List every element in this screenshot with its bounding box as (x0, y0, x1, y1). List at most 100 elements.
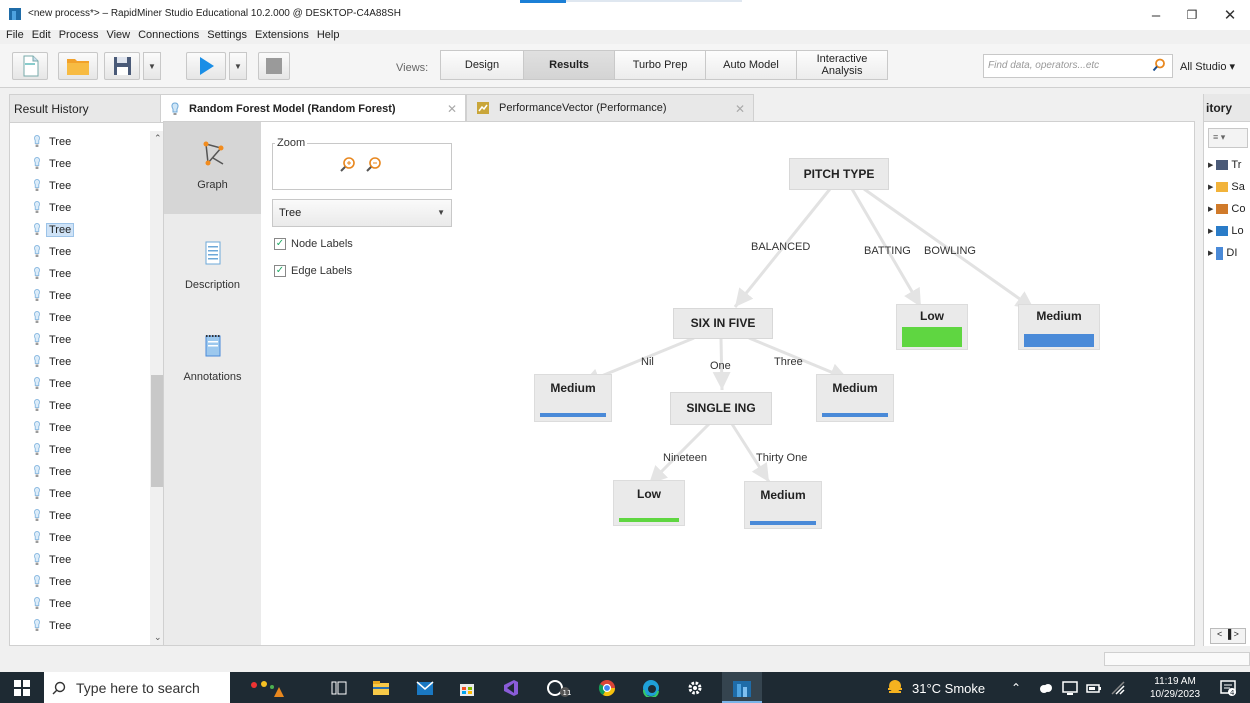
store-icon[interactable] (458, 679, 476, 697)
view-interactive-analysis-tab[interactable]: Interactive Analysis (796, 50, 888, 80)
menu-file[interactable]: File (2, 27, 28, 43)
taskbar-search-box[interactable]: Type here to search (44, 672, 230, 703)
expand-arrow-icon[interactable]: ▶ (1208, 205, 1213, 213)
open-process-button[interactable] (58, 52, 98, 80)
result-history-item[interactable]: Tree (10, 373, 150, 395)
result-history-item[interactable]: Tree (10, 505, 150, 527)
whatsapp-icon[interactable]: 11 (546, 679, 572, 697)
result-history-header[interactable]: Result History (10, 95, 168, 123)
result-history-item[interactable]: Tree (10, 219, 150, 241)
run-process-button[interactable] (186, 52, 226, 80)
result-history-item[interactable]: Tree (10, 241, 150, 263)
result-history-item[interactable]: Tree (10, 263, 150, 285)
wifi-icon[interactable] (1110, 679, 1126, 697)
close-button[interactable]: ✕ (1210, 3, 1250, 27)
taskbar-clock[interactable]: 11:19 AM 10/29/2023 (1150, 675, 1200, 701)
onedrive-cloud-icon[interactable] (1038, 679, 1054, 697)
search-input[interactable]: Find data, operators...etc (983, 54, 1173, 78)
tab-random-forest-model[interactable]: Random Forest Model (Random Forest) ✕ (160, 94, 466, 122)
weather-widget-icon[interactable] (248, 679, 290, 697)
maximize-button[interactable]: ❐ (1172, 3, 1212, 27)
notifications-icon[interactable]: 4 (1219, 679, 1237, 697)
weather-text[interactable]: 31°C Smoke (912, 681, 985, 696)
minimize-button[interactable]: – (1136, 3, 1176, 27)
result-history-item[interactable]: Tree (10, 439, 150, 461)
tree-node-six-in-five[interactable]: SIX IN FIVE (673, 308, 773, 339)
menu-process[interactable]: Process (55, 27, 103, 43)
mail-icon[interactable] (416, 679, 434, 697)
repo-item-community[interactable]: ▶ Co (1204, 198, 1250, 220)
view-turbo-prep-tab[interactable]: Turbo Prep (614, 50, 706, 80)
leaf-batting[interactable]: Low (896, 304, 968, 350)
menu-help[interactable]: Help (313, 27, 344, 43)
result-history-item[interactable]: Tree (10, 131, 150, 153)
result-history-item[interactable]: Tree (10, 417, 150, 439)
expand-arrow-icon[interactable]: ▶ (1208, 161, 1213, 169)
result-history-item[interactable]: Tree (10, 285, 150, 307)
search-icon[interactable] (1152, 58, 1166, 72)
tab-performance-vector[interactable]: PerformanceVector (Performance) ✕ (466, 94, 754, 122)
leaf-three[interactable]: Medium (816, 374, 894, 422)
result-history-item[interactable]: Tree (10, 571, 150, 593)
result-history-item[interactable]: Tree (10, 329, 150, 351)
save-process-button[interactable] (104, 52, 140, 80)
repo-item-local[interactable]: ▶ Lo (1204, 220, 1250, 242)
menu-extensions[interactable]: Extensions (251, 27, 313, 43)
result-history-item[interactable]: Tree (10, 175, 150, 197)
view-auto-model-tab[interactable]: Auto Model (705, 50, 797, 80)
visual-studio-icon[interactable] (502, 679, 520, 697)
new-process-button[interactable] (12, 52, 48, 80)
result-history-item[interactable]: Tree (10, 483, 150, 505)
task-view-icon[interactable] (330, 679, 348, 697)
result-history-item[interactable]: Tree (10, 395, 150, 417)
result-history-item[interactable]: Tree (10, 549, 150, 571)
leaf-thirty-one[interactable]: Medium (744, 481, 822, 529)
result-history-item[interactable]: Tree (10, 153, 150, 175)
result-history-item[interactable]: Tree (10, 527, 150, 549)
battery-icon[interactable] (1086, 679, 1102, 697)
menu-connections[interactable]: Connections (134, 27, 203, 43)
result-history-item[interactable]: Tree (10, 615, 150, 637)
view-results-tab[interactable]: Results (523, 50, 615, 80)
result-history-item[interactable]: Tree (10, 197, 150, 219)
tray-chevron-up-icon[interactable]: ⌃ (1011, 681, 1021, 695)
display-icon[interactable] (1062, 679, 1078, 697)
weather-smoke-icon[interactable] (886, 679, 904, 697)
windows-start-icon[interactable] (14, 680, 30, 696)
file-explorer-icon[interactable] (372, 679, 390, 697)
menu-view[interactable]: View (102, 27, 134, 43)
repository-header[interactable]: itory (1204, 94, 1250, 122)
all-studio-dropdown[interactable]: All Studio ▾ (1180, 60, 1235, 73)
close-tab-icon[interactable]: ✕ (447, 102, 457, 116)
repo-item-db[interactable]: ▶ DI (1204, 242, 1250, 264)
repo-item-training[interactable]: ▶ Tr (1204, 154, 1250, 176)
leaf-nil[interactable]: Medium (534, 374, 612, 422)
view-design-tab[interactable]: Design (440, 50, 524, 80)
save-dropdown-button[interactable]: ▼ (143, 52, 161, 80)
stop-process-button[interactable] (258, 52, 290, 80)
result-history-item[interactable]: Tree (10, 307, 150, 329)
close-tab-icon[interactable]: ✕ (735, 102, 745, 116)
result-history-item[interactable]: Tree (10, 461, 150, 483)
repository-menu-button[interactable]: ≡ ▾ (1208, 128, 1248, 148)
expand-arrow-icon[interactable]: ▶ (1208, 183, 1213, 191)
leaf-bowling[interactable]: Medium (1018, 304, 1100, 350)
tree-node-root[interactable]: PITCH TYPE (789, 158, 889, 190)
chrome-icon[interactable] (598, 679, 616, 697)
tree-node-single-ing[interactable]: SINGLE ING (670, 392, 772, 425)
leaf-nineteen[interactable]: Low (613, 480, 685, 526)
settings-gear-icon[interactable] (686, 679, 704, 697)
result-history-item[interactable]: Tree (10, 351, 150, 373)
edge-browser-icon[interactable] (642, 679, 660, 697)
scroll-down-icon[interactable]: ⌄ (154, 632, 162, 643)
expand-arrow-icon[interactable]: ▶ (1208, 249, 1213, 257)
repo-item-samples[interactable]: ▶ Sa (1204, 176, 1250, 198)
menu-edit[interactable]: Edit (28, 27, 55, 43)
expand-arrow-icon[interactable]: ▶ (1208, 227, 1213, 235)
rapidminer-taskbar-button[interactable] (722, 672, 762, 703)
scroll-up-icon[interactable]: ⌃ (154, 133, 162, 144)
menu-settings[interactable]: Settings (203, 27, 251, 43)
horizontal-scroll-buttons[interactable]: < ▐ > (1210, 628, 1246, 644)
result-history-item[interactable]: Tree (10, 593, 150, 615)
run-dropdown-button[interactable]: ▼ (229, 52, 247, 80)
